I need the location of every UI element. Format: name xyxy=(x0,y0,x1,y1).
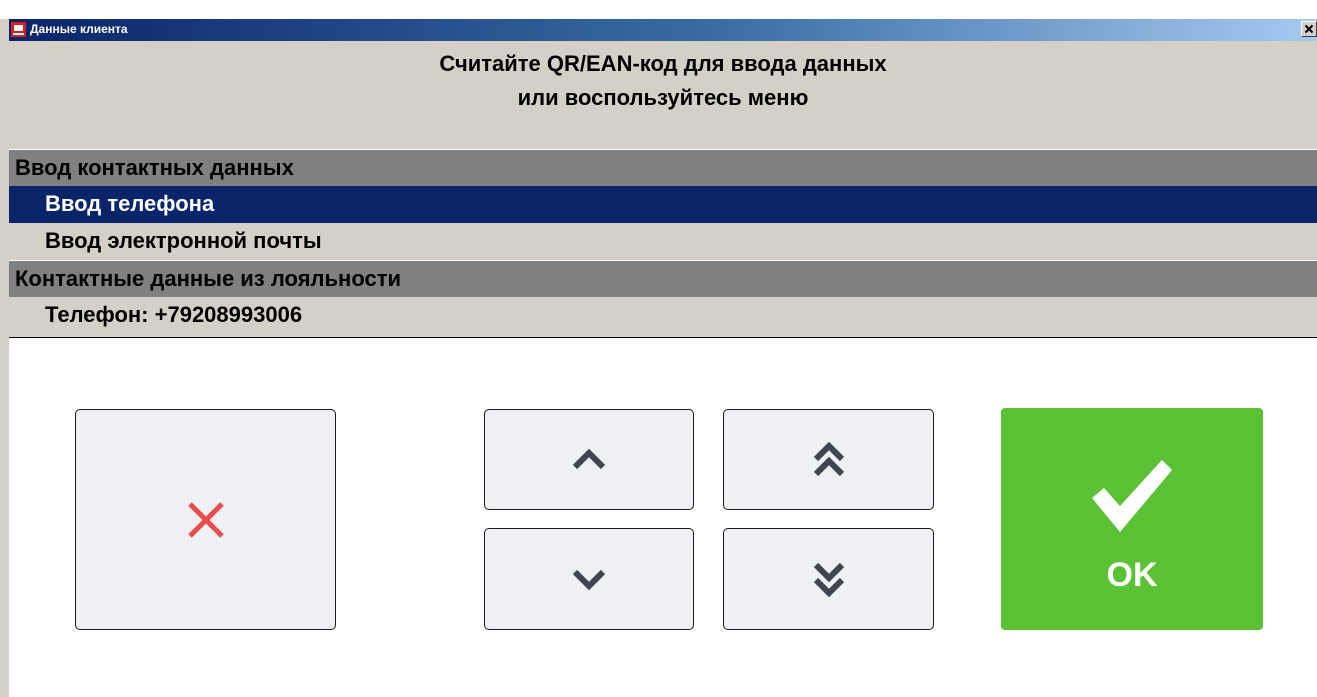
cancel-button[interactable] xyxy=(75,409,336,630)
menu-item-email-input[interactable]: Ввод электронной почты xyxy=(9,223,1317,260)
prompt-line-2: или воспользуйтесь меню xyxy=(517,85,809,110)
double-chevron-up-icon xyxy=(813,441,844,476)
ok-label: OK xyxy=(1106,556,1158,594)
close-x-icon xyxy=(1304,24,1314,34)
scroll-down-button[interactable] xyxy=(484,528,694,630)
chevron-down-icon xyxy=(572,569,606,591)
scroll-up-button[interactable] xyxy=(484,409,694,510)
prompt-line-1: Считайте QR/EAN-код для ввода данных xyxy=(439,51,887,76)
window-close-button[interactable] xyxy=(1301,21,1317,37)
window-title: Данные клиента xyxy=(30,22,128,36)
title-bar[interactable]: Данные клиента xyxy=(9,19,1317,41)
close-icon xyxy=(187,501,224,538)
double-chevron-down-icon xyxy=(813,562,844,597)
page-down-button[interactable] xyxy=(723,528,934,630)
window-left-border xyxy=(0,19,9,697)
chevron-up-icon xyxy=(572,448,606,469)
app-icon xyxy=(11,22,26,37)
menu-header-loyalty-contacts: Контактные данные из лояльности xyxy=(9,260,1317,297)
checkmark-icon xyxy=(1092,460,1172,532)
menu-item-phone-input[interactable]: Ввод телефона xyxy=(9,186,1317,223)
menu-item-loyalty-phone[interactable]: Телефон: +79208993006 xyxy=(9,297,1317,337)
menu-header-contact-input: Ввод контактных данных xyxy=(9,149,1317,186)
ok-button[interactable]: OK xyxy=(1001,408,1263,630)
menu-list: Ввод контактных данных Ввод телефона Вво… xyxy=(9,149,1317,338)
page-up-button[interactable] xyxy=(723,409,934,510)
client-data-window: Данные клиента Считайте QR/EAN-код для в… xyxy=(0,0,1317,697)
prompt-area: Считайте QR/EAN-код для ввода данных или… xyxy=(9,41,1317,149)
